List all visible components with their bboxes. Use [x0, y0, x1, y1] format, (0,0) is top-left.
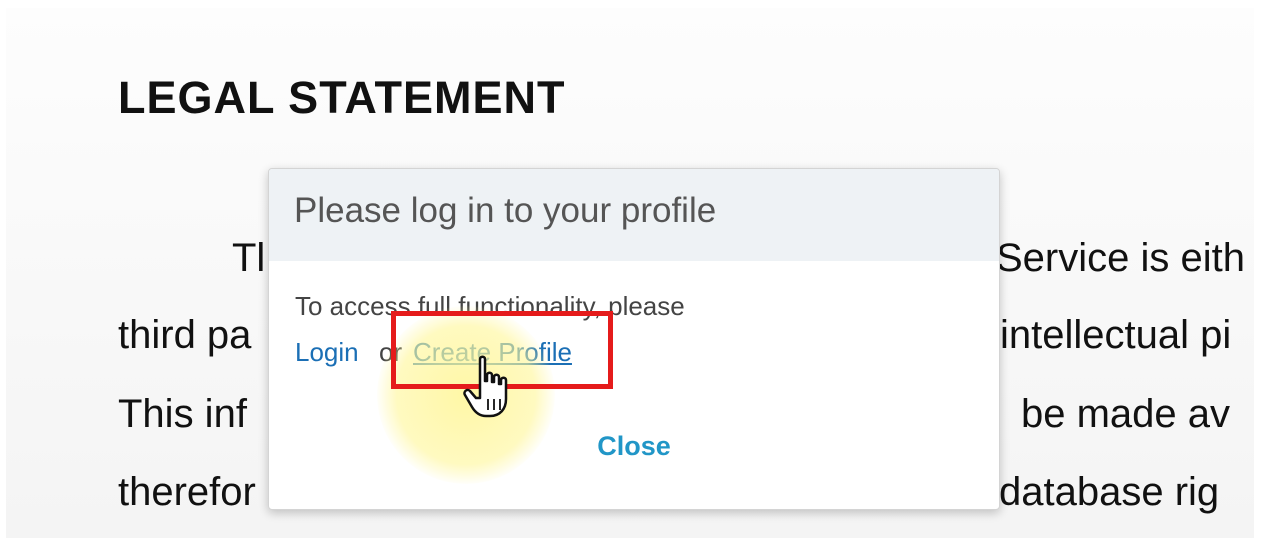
document-text-fragment: Tl	[232, 236, 266, 280]
close-button[interactable]: Close	[269, 431, 999, 462]
document-text-fragment: This inf	[118, 392, 247, 436]
link-separator: or	[379, 337, 403, 367]
login-link[interactable]: Login	[295, 337, 359, 368]
modal-title: Please log in to your profile	[294, 191, 717, 230]
modal-message: To access full functionality, please	[295, 291, 685, 321]
document-text-fragment: Service is eith	[996, 236, 1245, 280]
document-title: LEGAL STATEMENT	[118, 72, 566, 123]
document-text-fragment: be made av	[1021, 392, 1231, 436]
document-text-fragment: third pa	[118, 313, 252, 357]
login-prompt-modal: Please log in to your profile To access …	[268, 168, 1000, 510]
document-text-fragment: intellectual pi	[1000, 313, 1232, 357]
document-text-fragment: database rig	[999, 470, 1220, 514]
screen: LEGAL STATEMENT Tl Service is eith third…	[0, 0, 1262, 541]
create-profile-link[interactable]: Create Profile	[413, 337, 572, 368]
document-text-fragment: therefor	[118, 470, 256, 514]
modal-header: Please log in to your profile	[269, 169, 999, 261]
